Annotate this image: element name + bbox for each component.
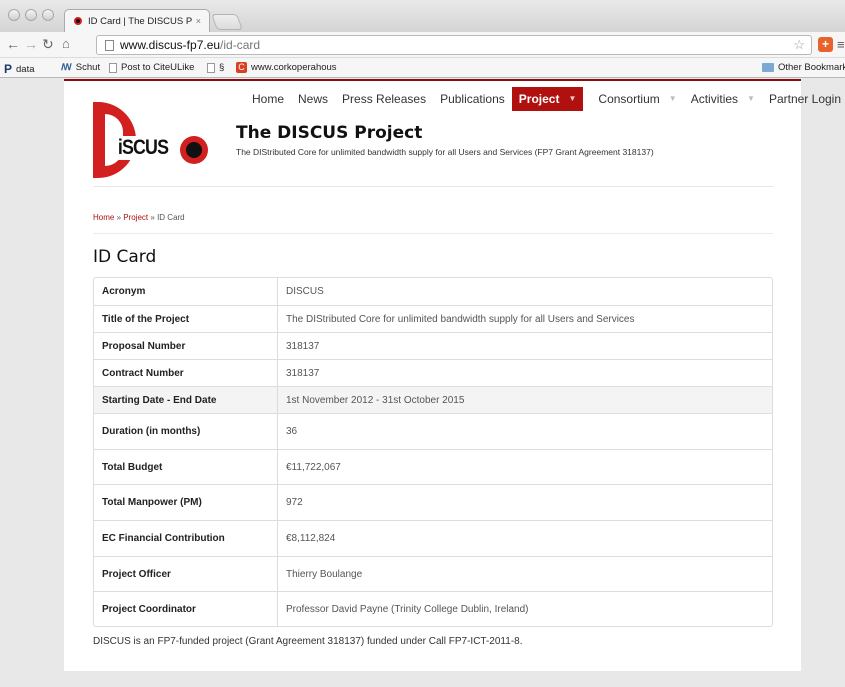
site-logo[interactable]: iSCUS — [93, 102, 215, 179]
nav-home[interactable]: Home — [245, 87, 291, 111]
bookmark-star-icon[interactable]: ☆ — [793, 37, 805, 53]
url-domain: www.discus-fp7.eu — [120, 38, 221, 52]
breadcrumb-project[interactable]: Project — [123, 213, 148, 222]
id-card-table: Acronym DISCUS Title of the Project The DI… — [93, 277, 773, 627]
table-row: Title of the Project The DIStributed Core… — [94, 305, 772, 332]
folder-icon — [762, 63, 774, 72]
breadcrumb-current: ID Card — [157, 213, 185, 222]
table-row: Contract Number 318137 — [94, 359, 772, 386]
window-controls — [8, 9, 54, 21]
bookmark-post-to-citeulike[interactable]: Post to CiteULike — [109, 62, 194, 73]
table-row: Total Manpower (PM) 972 — [94, 484, 772, 520]
bookmarks-bar: Pdata ꟿ Schut Post to CiteULike § Cwww.co… — [0, 58, 845, 78]
divider — [93, 233, 773, 234]
footnote: DISCUS is an FP7-funded project (Grant A… — [93, 636, 523, 647]
other-bookmarks[interactable]: Other Bookmarks — [762, 62, 845, 73]
nav-activities[interactable]: Activities ▼ — [684, 87, 762, 111]
site-subtitle: The DIStributed Core for unlimited bandw… — [236, 147, 654, 157]
tab-strip: ID Card | The DISCUS Proj × — [0, 0, 845, 32]
page-container: Home News Press Releases Publications Pr… — [64, 79, 841, 671]
forward-arrow-icon[interactable]: → — [24, 36, 38, 52]
nav-project[interactable]: Project ▼ — [511, 87, 584, 111]
nav-partner-login[interactable]: Partner Login — [762, 87, 845, 111]
table-row: EC Financial Contribution €8,112,824 — [94, 520, 772, 556]
breadcrumb-home[interactable]: Home — [93, 213, 114, 222]
page-icon — [105, 39, 114, 51]
reload-icon[interactable]: ↻ — [42, 36, 54, 52]
schut-icon: ꟿ — [61, 62, 72, 72]
extension-plus-icon[interactable]: + — [818, 37, 833, 52]
home-icon[interactable]: ⌂ — [62, 36, 70, 52]
chevron-down-icon: ▼ — [668, 94, 677, 103]
bookmark-data[interactable]: Pdata — [4, 62, 35, 76]
citeulike-icon: C — [236, 62, 247, 73]
menu-icon[interactable]: ≡ — [837, 37, 845, 52]
close-window-button[interactable] — [8, 9, 20, 21]
table-row: Duration (in months) 36 — [94, 413, 772, 449]
browser-toolbar: ← → ↻ ⌂ www.discus-fp7.eu/id-card ☆ + ≡ — [0, 32, 845, 58]
page-title: ID Card — [93, 247, 157, 267]
p-icon: P — [4, 62, 13, 76]
zoom-window-button[interactable] — [42, 9, 54, 21]
new-tab-button[interactable] — [211, 14, 243, 30]
address-bar[interactable]: www.discus-fp7.eu/id-card ☆ — [96, 35, 812, 55]
browser-tab[interactable]: ID Card | The DISCUS Proj × — [64, 9, 210, 32]
tab-close-icon[interactable]: × — [196, 16, 201, 26]
page-icon — [109, 62, 117, 73]
page-icon — [207, 62, 215, 73]
table-row: Acronym DISCUS — [94, 278, 772, 305]
bookmark-corkoperahouse[interactable]: Cwww.corkoperahous — [236, 62, 337, 73]
logo-dot-icon — [180, 136, 208, 164]
bookmark-schut[interactable]: ꟿ Schut — [61, 62, 100, 73]
nav-press-releases[interactable]: Press Releases — [335, 87, 433, 111]
table-row: Project Coordinator Professor David Payne… — [94, 591, 772, 626]
table-row: Starting Date - End Date 1st November 201… — [94, 386, 772, 413]
logo-text: iSCUS — [117, 136, 169, 160]
table-row: Proposal Number 318137 — [94, 332, 772, 359]
chevron-down-icon: ▼ — [747, 94, 755, 103]
table-row: Project Officer Thierry Boulange — [94, 556, 772, 591]
tab-title: ID Card | The DISCUS Proj — [88, 15, 192, 27]
table-row: Total Budget €11,722,067 — [94, 449, 772, 484]
divider — [93, 186, 773, 187]
minimize-window-button[interactable] — [25, 9, 37, 21]
page-viewport: Home News Press Releases Publications Pr… — [0, 79, 845, 687]
main-nav: Home News Press Releases Publications Pr… — [245, 87, 845, 111]
nav-consortium[interactable]: Consortium ▼ — [591, 87, 683, 111]
chevron-down-icon: ▼ — [568, 94, 577, 103]
nav-publications[interactable]: Publications — [433, 87, 512, 111]
url-path: /id-card — [220, 38, 261, 52]
favicon-icon — [74, 17, 82, 25]
nav-news[interactable]: News — [291, 87, 335, 111]
back-arrow-icon[interactable]: ← — [6, 36, 20, 52]
site-title[interactable]: The DISCUS Project — [236, 123, 422, 143]
breadcrumb: Home » Project » ID Card — [93, 213, 185, 222]
bookmark-section[interactable]: § — [207, 62, 224, 73]
